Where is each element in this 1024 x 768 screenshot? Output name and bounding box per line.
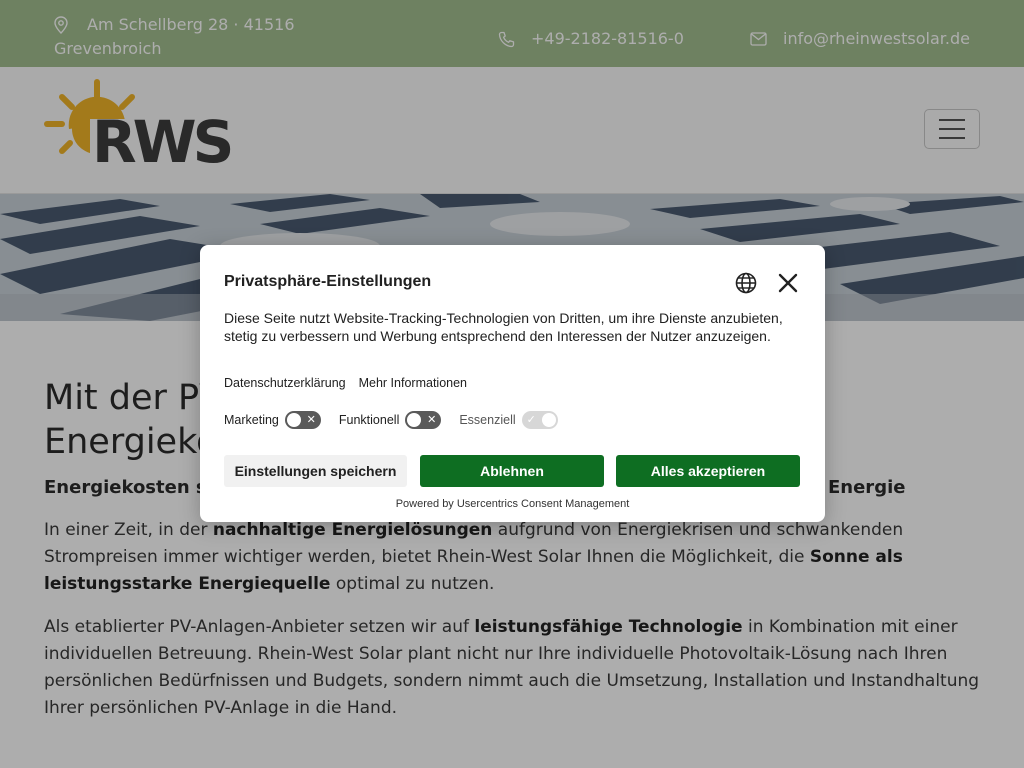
x-icon: ✕ — [306, 414, 316, 426]
consent-dialog: Privatsphäre-Einstellungen Diese Seite n… — [200, 245, 825, 522]
consent-toggles: Marketing ✕ Funktionell ✕ Essenziell ✓ — [224, 411, 576, 429]
consent-description: Diese Seite nutzt Website-Tracking-Techn… — [224, 310, 783, 344]
accept-all-button[interactable]: Alles akzeptieren — [616, 455, 800, 487]
marketing-toggle[interactable]: ✕ — [284, 411, 321, 429]
consent-title: Privatsphäre-Einstellungen — [224, 273, 432, 290]
more-info-link[interactable]: Mehr Informationen — [359, 376, 467, 390]
toggle-label: Essenziell — [459, 413, 516, 427]
powered-by-text[interactable]: Powered by Usercentrics Consent Manageme… — [200, 498, 825, 510]
toggle-label: Funktionell — [338, 413, 400, 427]
toggle-group-functional: Funktionell ✕ — [338, 411, 442, 429]
language-globe-icon[interactable] — [735, 272, 757, 294]
save-settings-button[interactable]: Einstellungen speichern — [224, 455, 407, 487]
privacy-policy-link[interactable]: Datenschutzerklärung — [224, 376, 346, 390]
toggle-group-essential: Essenziell ✓ — [459, 411, 558, 429]
x-icon: ✕ — [427, 414, 437, 426]
functional-toggle[interactable]: ✕ — [405, 411, 442, 429]
essential-toggle: ✓ — [521, 411, 558, 429]
close-icon[interactable] — [777, 272, 799, 294]
toggle-label: Marketing — [224, 413, 279, 427]
check-icon: ✓ — [526, 414, 536, 426]
toggle-group-marketing: Marketing ✕ — [224, 411, 321, 429]
deny-button[interactable]: Ablehnen — [420, 455, 604, 487]
